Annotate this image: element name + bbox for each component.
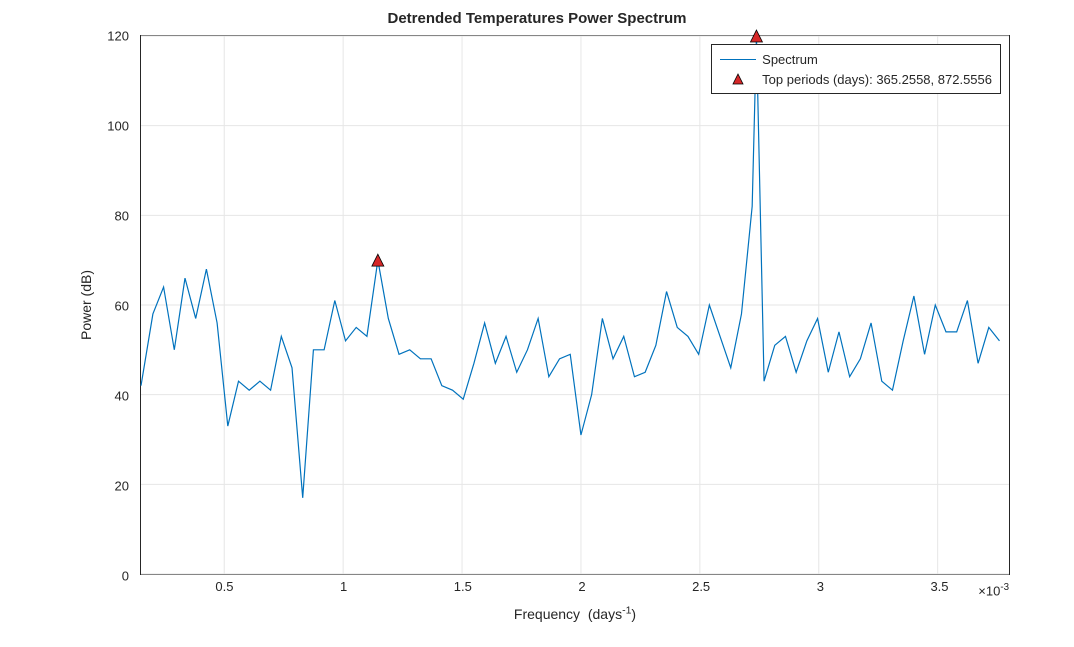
x-tick-label: 1.5: [454, 579, 472, 594]
x-tick-label: 1: [340, 579, 347, 594]
legend-label-spectrum: Spectrum: [762, 52, 818, 67]
triangle-up-icon: [733, 74, 743, 84]
x-axis-label: Frequency (days-1): [141, 604, 1009, 622]
legend-entry-markers: Top periods (days): 365.2558, 872.5556: [720, 69, 992, 89]
plot-svg: [141, 36, 1009, 574]
peak-marker-icon: [372, 254, 384, 266]
spectrum-line: [141, 36, 999, 498]
figure: Detrended Temperatures Power Spectrum 0.…: [0, 0, 1074, 647]
x-axis-exponent: ×10-3: [978, 582, 1009, 598]
y-tick-label: 0: [122, 569, 129, 584]
x-tick-label: 3: [817, 579, 824, 594]
x-tick-label: 0.5: [215, 579, 233, 594]
y-tick-label: 80: [115, 209, 129, 224]
x-tick-label: 2.5: [692, 579, 710, 594]
y-axis-label: Power (dB): [78, 270, 94, 340]
y-tick-label: 40: [115, 389, 129, 404]
y-tick-label: 100: [107, 119, 129, 134]
axes: 0.511.522.533.5 020406080100120 Frequenc…: [140, 35, 1010, 575]
legend-swatch-line: [720, 52, 756, 66]
legend: Spectrum Top periods (days): 365.2558, 8…: [711, 44, 1001, 94]
y-tick-label: 120: [107, 29, 129, 44]
x-tick-label: 2: [578, 579, 585, 594]
chart-title: Detrended Temperatures Power Spectrum: [0, 10, 1074, 27]
legend-label-markers: Top periods (days): 365.2558, 872.5556: [762, 72, 992, 87]
x-tick-label: 3.5: [930, 579, 948, 594]
y-tick-label: 60: [115, 299, 129, 314]
legend-entry-spectrum: Spectrum: [720, 49, 992, 69]
y-tick-label: 20: [115, 479, 129, 494]
legend-swatch-marker: [720, 72, 756, 86]
